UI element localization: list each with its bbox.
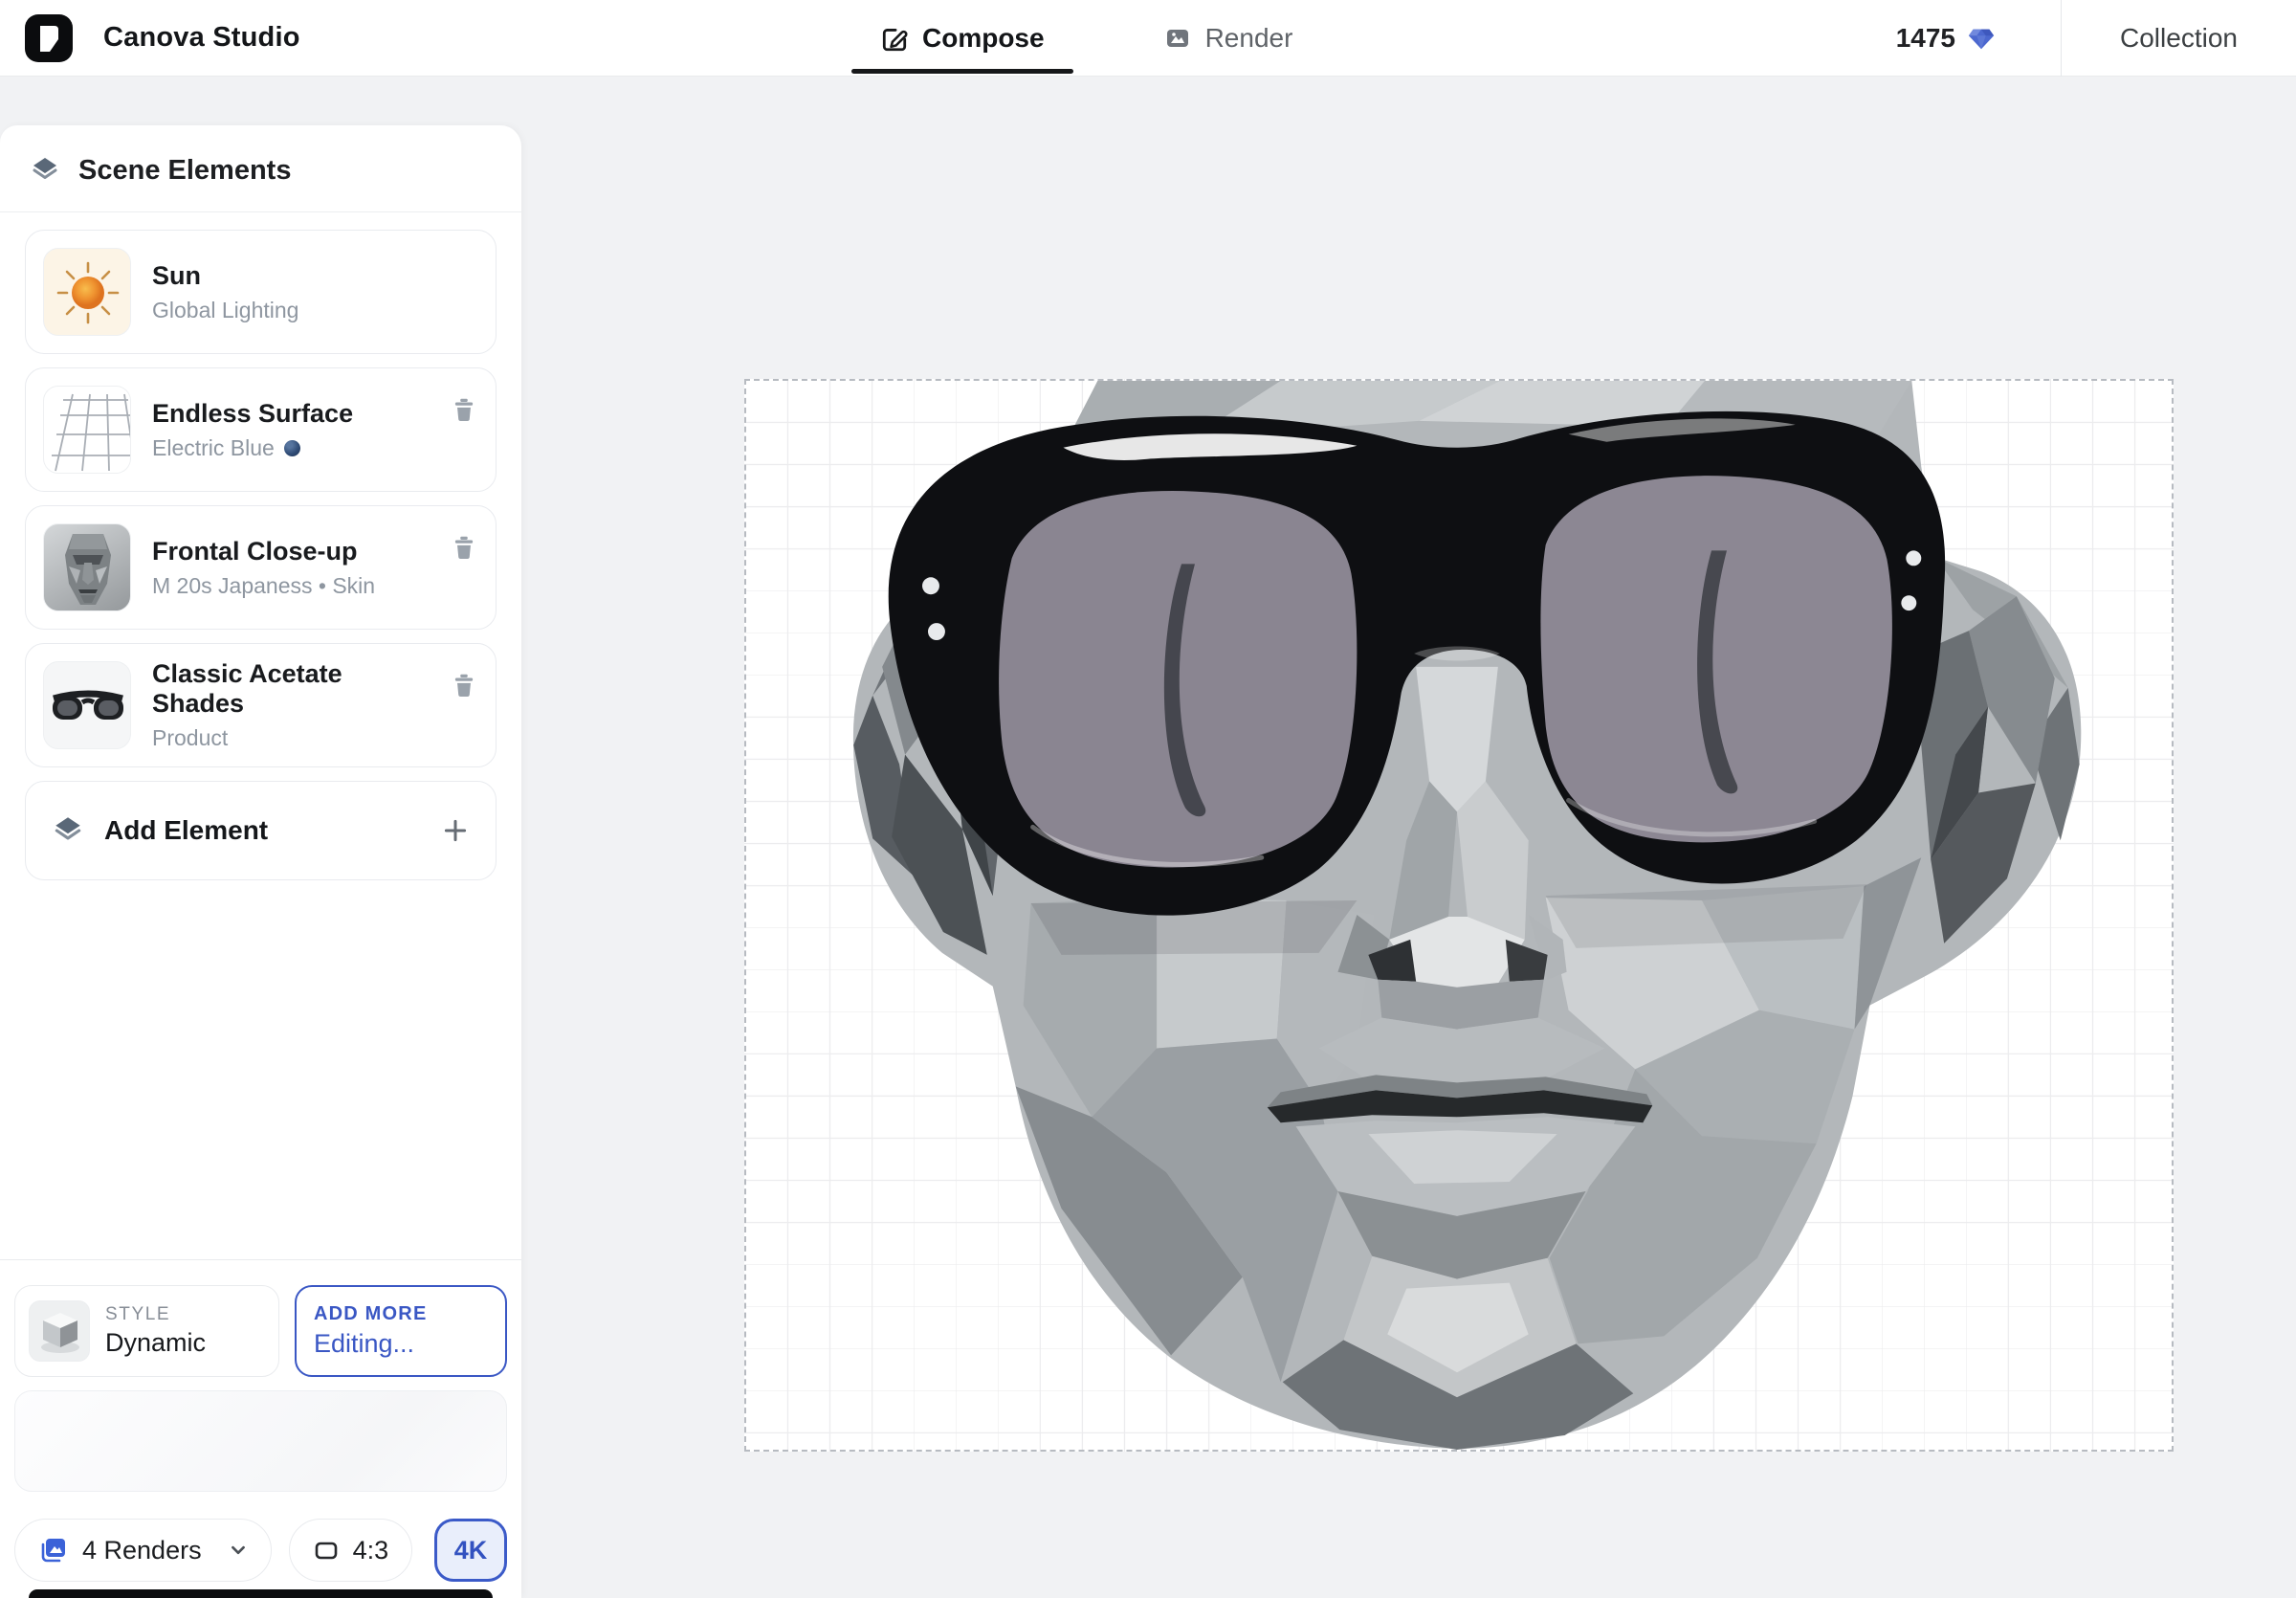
lowpoly-head-image (746, 381, 2172, 1450)
tab-compose-label: Compose (922, 23, 1045, 54)
electric-blue-swatch[interactable] (284, 440, 300, 456)
style-thumbnail (29, 1300, 90, 1362)
style-row: STYLE Dynamic ADD MORE Editing... (14, 1285, 507, 1377)
element-subtitle-text: Global Lighting (152, 298, 298, 323)
card-text: Endless Surface Electric Blue (152, 399, 353, 461)
main-tabs: Compose Render (851, 0, 1321, 77)
aspect-ratio-label: 4:3 (353, 1536, 389, 1565)
layers-icon (29, 154, 61, 187)
add-more-label: ADD MORE (314, 1303, 488, 1325)
trash-icon (450, 533, 478, 562)
add-element-label: Add Element (104, 815, 268, 846)
photos-icon (38, 1535, 69, 1565)
trash-icon (450, 671, 478, 699)
scene-element-sun[interactable]: Sun Global Lighting (25, 230, 497, 354)
render-controls-row: 4 Renders 4:3 4K (14, 1519, 507, 1582)
add-more-value: Editing... (314, 1329, 488, 1359)
sun-icon (44, 249, 131, 336)
generate-button-partial[interactable] (29, 1589, 493, 1598)
frame-icon (313, 1537, 340, 1564)
style-value: Dynamic (105, 1328, 206, 1358)
credits[interactable]: 1475 (1896, 23, 1996, 54)
cube-icon (30, 1301, 90, 1362)
topbar: Canova Studio Compose Render 1475 (0, 0, 2296, 77)
prompt-placeholder[interactable] (14, 1390, 507, 1492)
card-text: Frontal Close-up M 20s Japaness • Skin (152, 537, 375, 599)
element-subtitle-text: Product (152, 725, 228, 751)
sunglasses-icon (44, 662, 131, 749)
panel-title: Scene Elements (78, 155, 291, 187)
add-element-button[interactable]: Add Element (25, 781, 497, 880)
style-label: STYLE (105, 1304, 206, 1325)
gem-icon (1967, 24, 1996, 53)
delete-element-button[interactable] (450, 671, 478, 699)
tab-compose[interactable]: Compose (851, 0, 1073, 77)
edit-square-icon (880, 24, 909, 53)
layers-icon (51, 813, 85, 848)
render-settings-section: STYLE Dynamic ADD MORE Editing... (0, 1259, 521, 1598)
scene-element-classic-acetate-shades[interactable]: Classic Acetate Shades Product (25, 643, 497, 767)
tab-render-label: Render (1205, 23, 1293, 54)
element-subtitle: Global Lighting (152, 298, 298, 323)
scene-element-endless-surface[interactable]: Endless Surface Electric Blue (25, 367, 497, 492)
element-subtitle-text: Electric Blue (152, 435, 275, 461)
aspect-ratio-button[interactable]: 4:3 (289, 1519, 413, 1582)
card-text: Classic Acetate Shades Product (152, 659, 429, 751)
plus-icon[interactable] (440, 815, 471, 846)
lowpoly-face-thumbnail (43, 523, 131, 611)
tab-render[interactable]: Render (1135, 0, 1322, 77)
compose-canvas[interactable] (744, 379, 2174, 1452)
brand: Canova Studio (0, 14, 300, 62)
app-title: Canova Studio (103, 22, 300, 54)
element-title: Frontal Close-up (152, 537, 375, 566)
renders-count-label: 4 Renders (82, 1536, 202, 1565)
style-text: STYLE Dynamic (105, 1304, 206, 1358)
renders-count-dropdown[interactable]: 4 Renders (14, 1519, 272, 1582)
scene-element-frontal-closeup[interactable]: Frontal Close-up M 20s Japaness • Skin (25, 505, 497, 630)
element-title: Classic Acetate Shades (152, 659, 429, 719)
workspace: Scene Elements (0, 77, 2296, 1598)
delete-element-button[interactable] (450, 395, 478, 424)
panel-header: Scene Elements (0, 125, 521, 211)
delete-element-button[interactable] (450, 533, 478, 562)
element-subtitle-text: M 20s Japaness • Skin (152, 573, 375, 599)
credits-value: 1475 (1896, 23, 1955, 54)
chevron-down-icon (229, 1541, 248, 1560)
add-more-button[interactable]: ADD MORE Editing... (295, 1285, 507, 1377)
resolution-label: 4K (454, 1536, 488, 1565)
scene-elements-panel: Scene Elements (0, 125, 521, 1598)
topbar-right: 1475 Collection (1896, 0, 2296, 77)
element-title: Sun (152, 261, 298, 291)
app-logo-icon[interactable] (25, 14, 73, 62)
grid-surface-thumbnail (43, 386, 131, 474)
lowpoly-face-icon (44, 524, 131, 611)
card-text: Sun Global Lighting (152, 261, 298, 323)
element-title: Endless Surface (152, 399, 353, 429)
trash-icon (450, 395, 478, 424)
sun-thumbnail (43, 248, 131, 336)
collection-button[interactable]: Collection (2062, 23, 2296, 54)
grid-surface-icon (44, 387, 131, 474)
sunglasses-thumbnail (43, 661, 131, 749)
element-subtitle: M 20s Japaness • Skin (152, 573, 375, 599)
element-subtitle: Product (152, 725, 429, 751)
element-subtitle: Electric Blue (152, 435, 353, 461)
scene-elements-list: Sun Global Lighting (0, 212, 521, 781)
image-icon (1163, 24, 1192, 53)
resolution-button[interactable]: 4K (434, 1519, 507, 1582)
style-picker[interactable]: STYLE Dynamic (14, 1285, 279, 1377)
